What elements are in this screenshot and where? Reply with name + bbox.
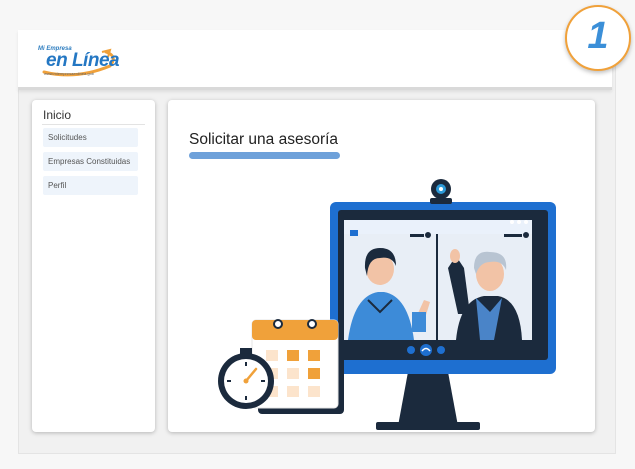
camera-icon xyxy=(437,346,445,354)
sidebar-divider xyxy=(42,124,145,125)
step-badge: 1 xyxy=(565,5,631,71)
app-logo[interactable]: Mi Empresa en Línea www.miempresaenlinea… xyxy=(36,46,120,80)
sidebar-item-solicitudes[interactable]: Solicitudes xyxy=(43,128,138,147)
monitor-stand xyxy=(376,372,480,430)
logo-sub-text: www.miempresaenlinea.gob xyxy=(44,71,95,76)
sidebar-item-empresas-constituidas[interactable]: Empresas Constituidas xyxy=(43,152,138,171)
logo-main-text: en Línea xyxy=(46,50,120,71)
sidebar: Inicio Solicitudes Empresas Constituidas… xyxy=(32,100,155,432)
call-controls xyxy=(344,340,532,360)
sidebar-item-perfil[interactable]: Perfil xyxy=(43,176,138,195)
webcam-icon xyxy=(430,179,452,204)
step-number: 1 xyxy=(587,15,609,57)
mic-icon xyxy=(407,346,415,354)
sidebar-title[interactable]: Inicio xyxy=(43,108,71,122)
hangup-icon xyxy=(420,344,432,356)
video-call-illustration xyxy=(218,179,556,430)
